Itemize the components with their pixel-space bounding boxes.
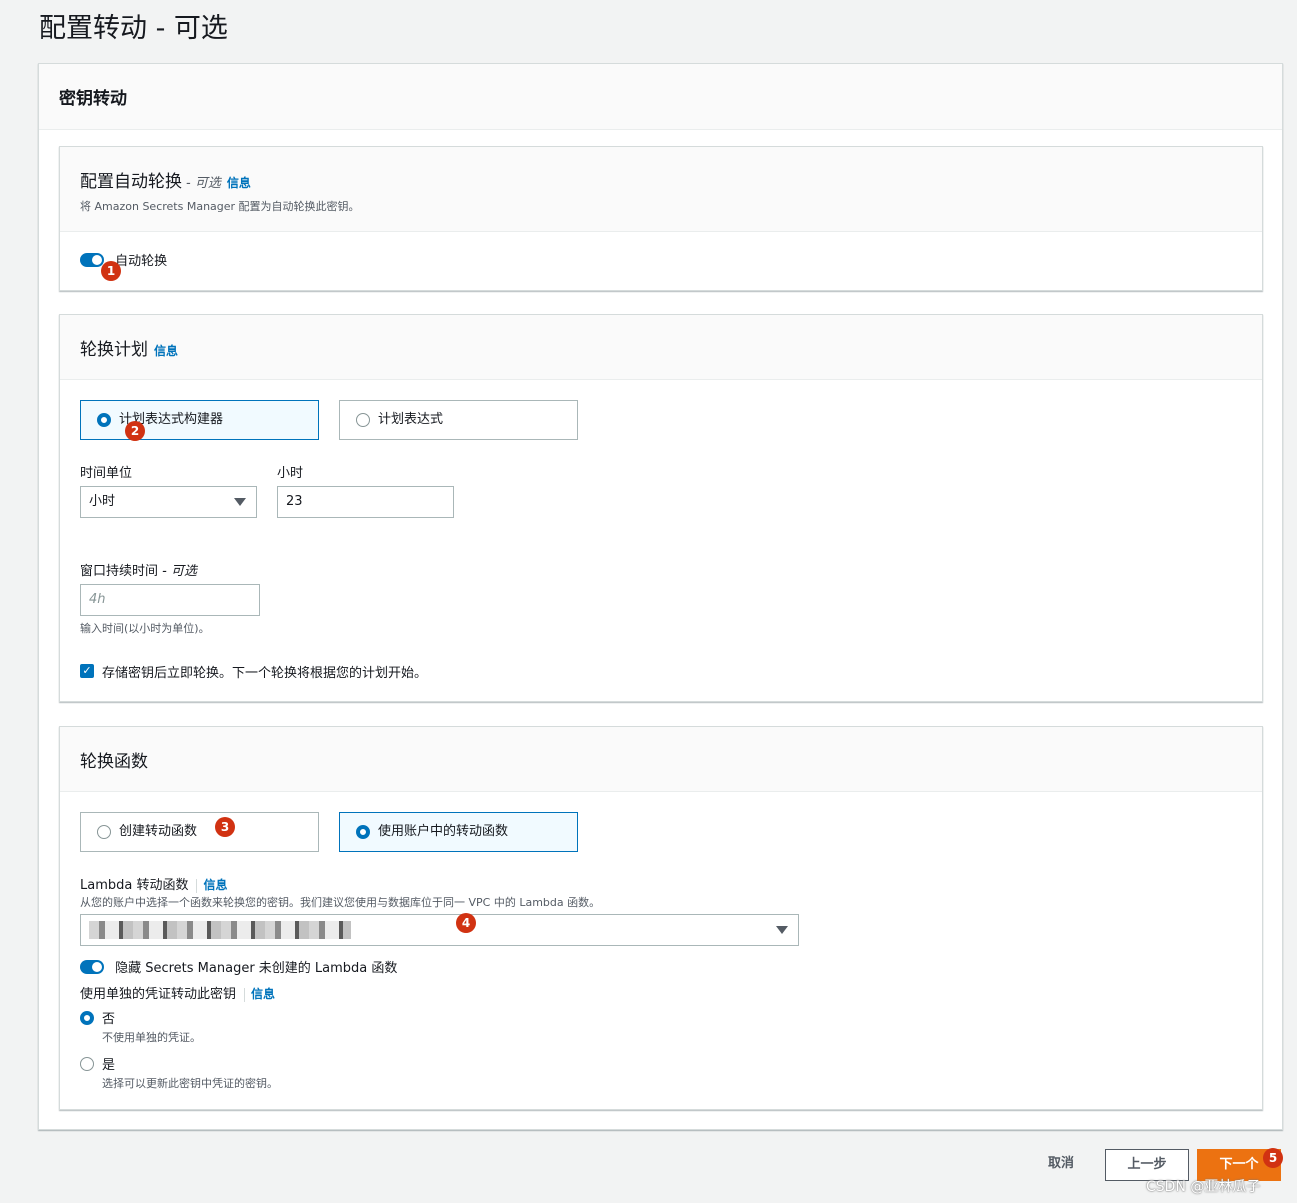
separate-creds-label: 使用单独的凭证转动此密钥 xyxy=(80,987,237,1002)
window-duration-optional: - 可选 xyxy=(162,564,197,579)
hide-functions-toggle-row: 隐藏 Secrets Manager 未创建的 Lambda 函数 xyxy=(80,956,397,976)
rotation-schedule-title: 轮换计划 xyxy=(80,340,148,360)
auto-rotation-toggle-row: 自动轮换 xyxy=(80,249,167,269)
auto-rotation-toggle-label: 自动轮换 xyxy=(115,254,168,269)
hide-functions-label: 隐藏 Secrets Manager 未创建的 Lambda 函数 xyxy=(115,961,398,976)
window-duration-placeholder: 4h xyxy=(89,592,106,607)
separate-creds-info-link[interactable]: 信息 xyxy=(251,987,275,1001)
create-function-label: 创建转动函数 xyxy=(119,824,198,839)
cancel-button[interactable]: 取消 xyxy=(1038,1149,1084,1181)
create-rotation-function-tile[interactable]: 创建转动函数 xyxy=(80,812,319,852)
auto-rotation-description: 将 Amazon Secrets Manager 配置为自动轮换此密钥。 xyxy=(80,200,360,213)
auto-rotation-info-link[interactable]: 信息 xyxy=(227,176,251,190)
rotate-immediately-label: 存储密钥后立即轮换。下一个轮换将根据您的计划开始。 xyxy=(102,666,428,681)
secret-rotation-container: 密钥转动 配置自动轮换 - 可选 信息 将 Amazon Secrets Manag… xyxy=(38,63,1283,1130)
rotation-function-card: 轮换函数 创建转动函数 使用账户中的转动函数 Lambda 转动函数 信息 从您的… xyxy=(59,726,1263,1110)
secret-rotation-title: 密钥转动 xyxy=(59,89,127,109)
time-unit-label: 时间单位 xyxy=(80,466,133,481)
annotation-badge-3: 3 xyxy=(215,817,235,837)
window-duration-hint: 输入时间(以小时为单位)。 xyxy=(80,622,210,635)
separate-creds-yes-hint: 选择可以更新此密钥中凭证的密钥。 xyxy=(102,1077,278,1090)
time-unit-select[interactable]: 小时 xyxy=(80,486,257,518)
separate-creds-no-hint: 不使用单独的凭证。 xyxy=(102,1031,201,1044)
window-duration-label: 窗口持续时间 xyxy=(80,564,159,579)
rotation-function-title: 轮换函数 xyxy=(80,752,148,772)
rotation-function-header: 轮换函数 xyxy=(60,727,1262,792)
auto-rotation-optional: - 可选 xyxy=(186,176,221,191)
schedule-builder-radio[interactable] xyxy=(97,413,111,427)
lambda-function-value-redacted xyxy=(89,921,351,939)
use-account-function-tile[interactable]: 使用账户中的转动函数 xyxy=(339,812,578,852)
annotation-badge-4: 4 xyxy=(456,913,476,933)
use-account-function-radio[interactable] xyxy=(356,825,370,839)
hours-value: 23 xyxy=(286,494,303,509)
auto-rotation-card: 配置自动轮换 - 可选 信息 将 Amazon Secrets Manager 配置… xyxy=(59,146,1263,291)
rotate-immediately-checkbox[interactable]: ✓ xyxy=(80,664,94,678)
auto-rotation-header: 配置自动轮换 - 可选 信息 将 Amazon Secrets Manager 配置… xyxy=(60,147,1262,232)
time-unit-value: 小时 xyxy=(89,494,116,509)
hours-label: 小时 xyxy=(277,466,304,481)
lambda-function-label-row: Lambda 转动函数 信息 xyxy=(80,874,228,893)
window-duration-label-row: 窗口持续时间 - 可选 xyxy=(80,560,197,579)
lambda-function-label: Lambda 转动函数 xyxy=(80,878,189,893)
rotation-schedule-info-link[interactable]: 信息 xyxy=(154,344,178,358)
separate-creds-no-radio[interactable] xyxy=(80,1011,94,1025)
page-title: 配置转动 - 可选 xyxy=(39,13,228,44)
separate-creds-yes-label: 是 xyxy=(102,1058,116,1073)
lambda-function-hint: 从您的账户中选择一个函数来轮换您的密钥。我们建议您使用与数据库位于同一 VPC … xyxy=(80,896,601,909)
schedule-expression-radio[interactable] xyxy=(356,413,370,427)
schedule-expression-tile[interactable]: 计划表达式 xyxy=(339,400,578,440)
separate-creds-no-label: 否 xyxy=(102,1012,116,1027)
rotation-schedule-header: 轮换计划 信息 xyxy=(60,315,1262,380)
watermark: CSDN @亚林瓜子 xyxy=(1146,1179,1261,1195)
annotation-badge-2: 2 xyxy=(125,421,145,441)
annotation-badge-5: 5 xyxy=(1263,1148,1283,1168)
auto-rotation-toggle[interactable] xyxy=(80,252,104,267)
separate-creds-yes-radio[interactable] xyxy=(80,1057,94,1071)
hide-functions-toggle[interactable] xyxy=(80,959,104,974)
schedule-expression-builder-tile[interactable]: 计划表达式构建器 xyxy=(80,400,319,440)
annotation-badge-1: 1 xyxy=(101,261,121,281)
auto-rotation-title: 配置自动轮换 xyxy=(80,172,182,192)
lambda-info-link[interactable]: 信息 xyxy=(203,878,227,892)
hours-input[interactable]: 23 xyxy=(277,486,454,518)
separate-creds-label-row: 使用单独的凭证转动此密钥 信息 xyxy=(80,983,275,1002)
create-function-radio[interactable] xyxy=(97,825,111,839)
lambda-function-select[interactable] xyxy=(80,914,799,946)
rotation-schedule-card: 轮换计划 信息 计划表达式构建器 计划表达式 时间单位 小时 小时 23 窗口持续… xyxy=(59,314,1263,702)
schedule-expression-label: 计划表达式 xyxy=(378,412,444,427)
secret-rotation-header: 密钥转动 xyxy=(39,64,1282,130)
window-duration-input[interactable]: 4h xyxy=(80,584,260,616)
chevron-down-icon xyxy=(234,498,246,506)
chevron-down-icon xyxy=(776,926,788,934)
use-account-function-label: 使用账户中的转动函数 xyxy=(378,824,509,839)
